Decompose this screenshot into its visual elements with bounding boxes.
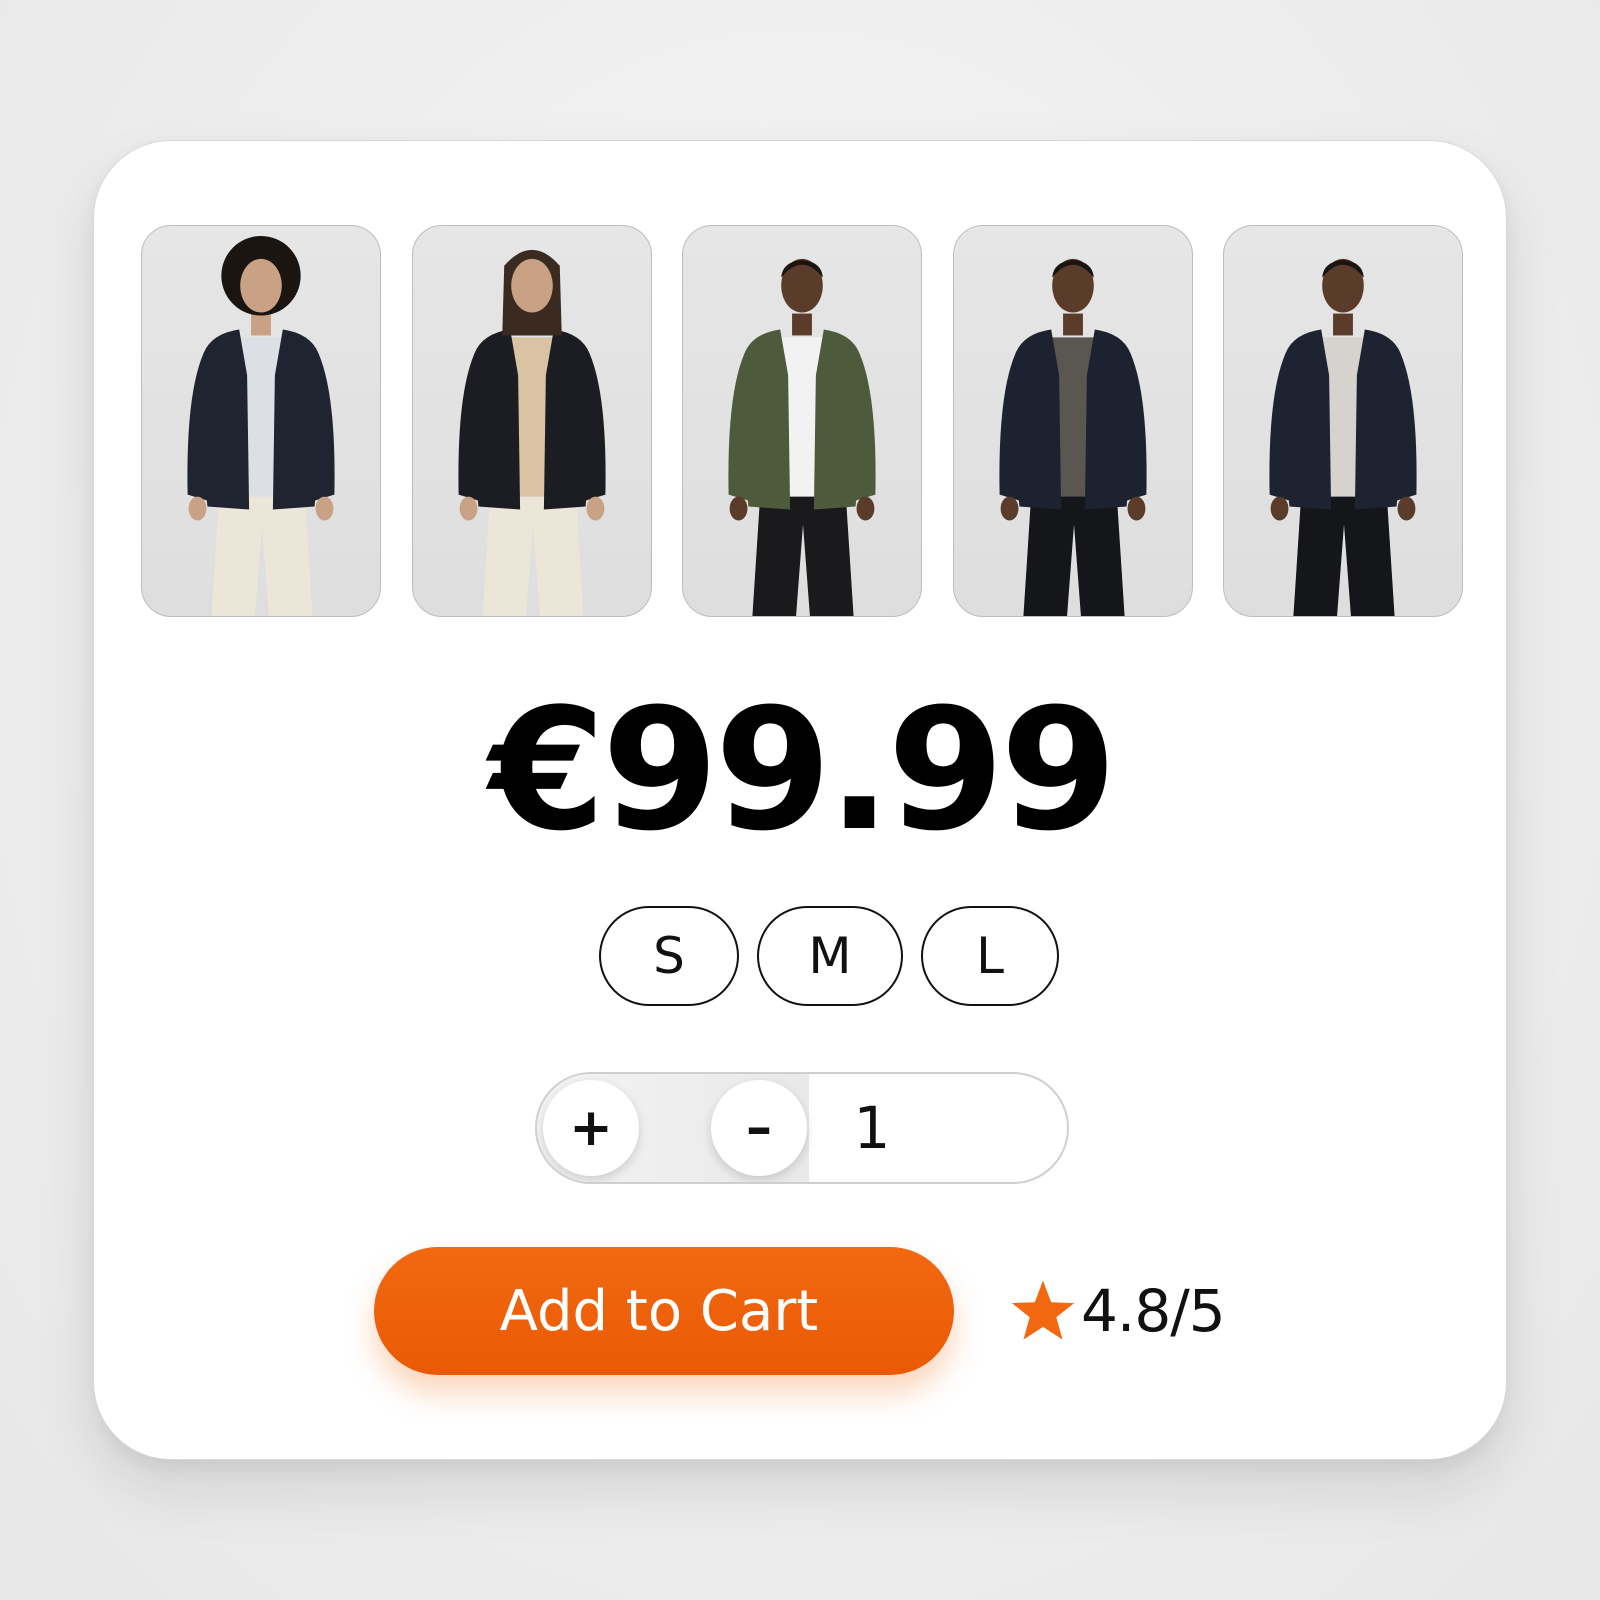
product-rating: 4.8/5 — [1009, 1271, 1226, 1351]
size-selector: S M L — [599, 906, 1059, 1008]
quantity-increase-button[interactable]: + — [543, 1080, 639, 1176]
star-icon — [1009, 1278, 1077, 1344]
gallery-thumbnail-1[interactable] — [141, 225, 381, 617]
quantity-decrease-button[interactable]: – — [711, 1080, 807, 1176]
quantity-value[interactable]: 1 — [827, 1074, 917, 1182]
gallery-thumbnail-2[interactable] — [411, 225, 652, 617]
quantity-stepper: + – 1 — [535, 1072, 1069, 1184]
add-to-cart-button[interactable]: Add to Cart — [374, 1247, 954, 1375]
size-option-s[interactable]: S — [599, 906, 739, 1006]
rating-value: 4.8/5 — [1081, 1277, 1226, 1345]
gallery-thumbnail-3[interactable] — [682, 225, 922, 617]
product-price: €99.99 — [488, 672, 1117, 868]
size-option-l[interactable]: L — [921, 906, 1059, 1006]
gallery-thumbnail-4[interactable] — [952, 225, 1193, 617]
product-card: €99.99 S M L + – 1 Add to Cart 4.8/5 — [93, 140, 1507, 1460]
product-gallery — [141, 225, 1463, 617]
gallery-thumbnail-5[interactable] — [1223, 225, 1463, 617]
size-option-m[interactable]: M — [757, 906, 903, 1006]
